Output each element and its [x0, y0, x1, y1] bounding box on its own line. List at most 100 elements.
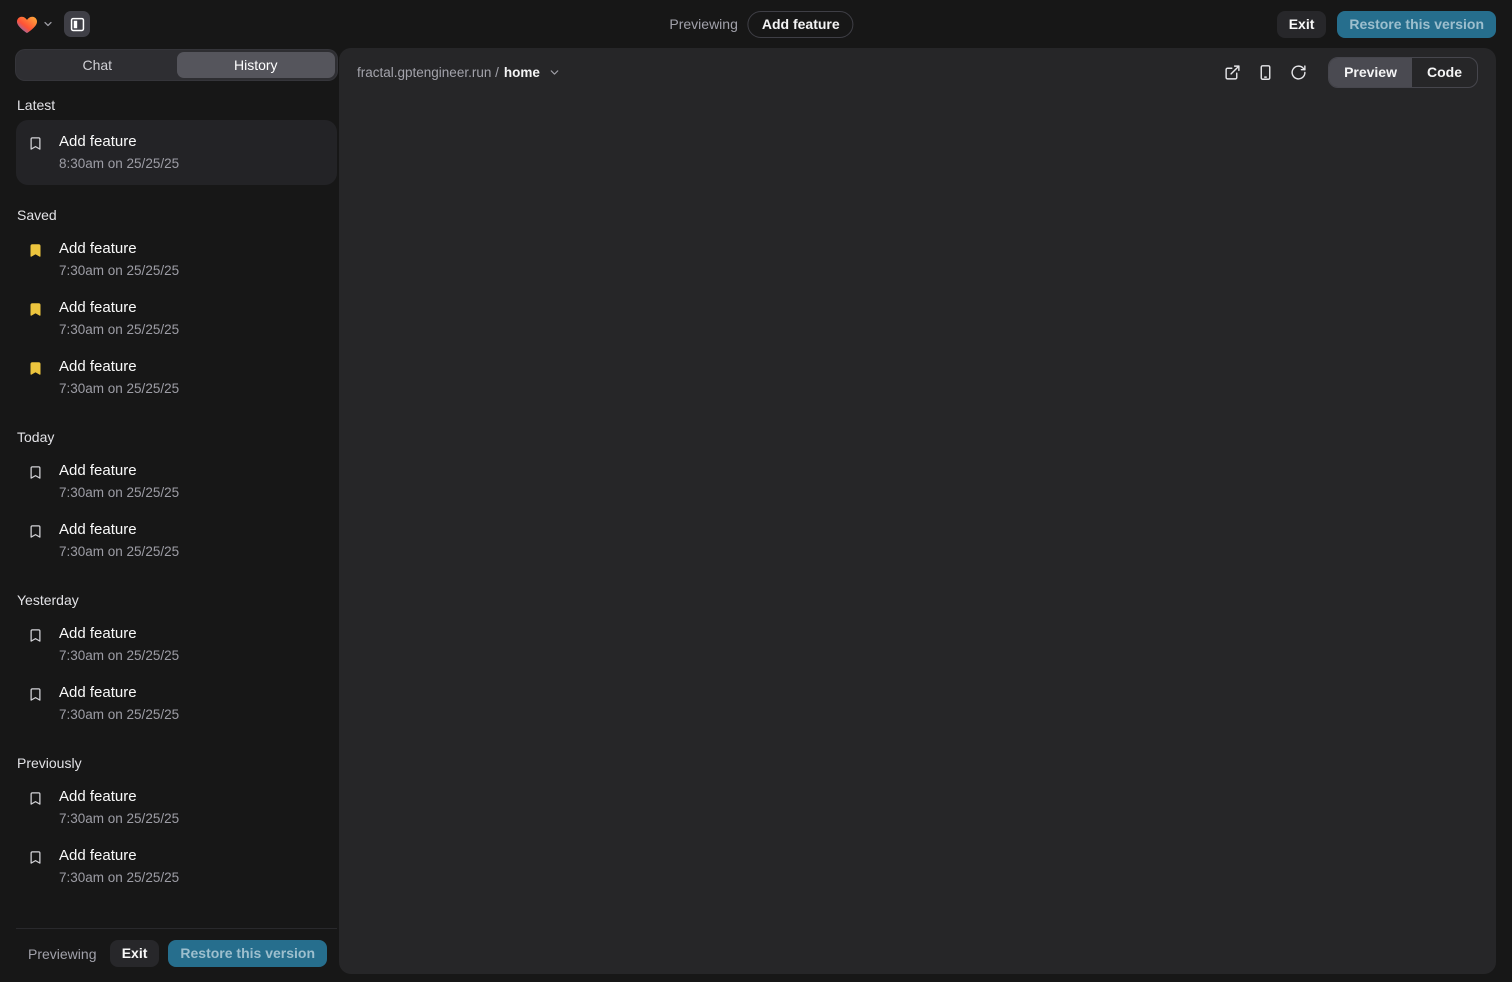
chevron-down-icon [42, 18, 54, 30]
item-text: Add feature 7:30am on 25/25/25 [59, 788, 179, 827]
history-item[interactable]: Add feature 7:30am on 25/25/25 [16, 452, 337, 511]
item-text: Add feature 7:30am on 25/25/25 [59, 847, 179, 886]
bookmark-filled-icon [28, 302, 43, 317]
bookmark-icon [28, 628, 43, 643]
tab-chat[interactable]: Chat [18, 52, 177, 78]
history-item[interactable]: Add feature 7:30am on 25/25/25 [16, 230, 337, 289]
chevron-down-icon [548, 66, 561, 79]
item-timestamp: 7:30am on 25/25/25 [59, 544, 179, 560]
footer-status-label: Previewing [28, 946, 96, 962]
sidebar-footer: Previewing Exit Restore this version [16, 928, 337, 982]
restore-version-button[interactable]: Restore this version [1337, 11, 1496, 38]
item-timestamp: 8:30am on 25/25/25 [59, 156, 179, 172]
history-list: Latest Add feature 8:30am on 25/25/25 Sa… [16, 80, 337, 928]
item-title: Add feature [59, 847, 179, 865]
bookmark-filled-icon [28, 361, 43, 376]
topbar-right: Exit Restore this version [1277, 11, 1496, 38]
history-sidebar: Chat History Latest Add feature 8:30am o… [0, 48, 339, 982]
item-title: Add feature [59, 358, 179, 376]
topbar-center: Previewing Add feature [669, 0, 853, 48]
refresh-icon [1290, 64, 1307, 81]
view-mode-switch: Preview Code [1328, 57, 1478, 88]
section-items: Add feature 8:30am on 25/25/25 [16, 120, 337, 185]
section-items: Add feature 7:30am on 25/25/25 Add featu… [16, 778, 337, 896]
section-title: Latest [16, 97, 337, 113]
item-title: Add feature [59, 788, 179, 806]
preview-actions: Preview Code [1219, 57, 1478, 88]
item-text: Add feature 7:30am on 25/25/25 [59, 358, 179, 397]
bookmark-icon [28, 524, 43, 539]
url-host: fractal.gptengineer.run / [357, 65, 499, 80]
bookmark-filled-icon [28, 243, 43, 258]
toggle-sidebar-button[interactable] [64, 11, 90, 37]
section-items: Add feature 7:30am on 25/25/25 Add featu… [16, 615, 337, 733]
item-title: Add feature [59, 462, 179, 480]
preview-mode-button[interactable]: Preview [1329, 58, 1412, 87]
exit-button[interactable]: Exit [1277, 11, 1327, 38]
section-title: Today [16, 429, 337, 445]
item-title: Add feature [59, 299, 179, 317]
item-title: Add feature [59, 625, 179, 643]
item-text: Add feature 7:30am on 25/25/25 [59, 462, 179, 501]
history-section: Latest Add feature 8:30am on 25/25/25 [16, 97, 337, 185]
logo-menu[interactable] [16, 14, 54, 34]
item-title: Add feature [59, 133, 179, 151]
preview-panel: fractal.gptengineer.run / home [339, 48, 1496, 974]
item-timestamp: 7:30am on 25/25/25 [59, 870, 179, 886]
section-title: Yesterday [16, 592, 337, 608]
item-text: Add feature 8:30am on 25/25/25 [59, 133, 179, 172]
history-item[interactable]: Add feature 8:30am on 25/25/25 [16, 120, 337, 185]
history-section: Saved Add feature 7:30am on 25/25/25 Add… [16, 207, 337, 407]
history-item[interactable]: Add feature 7:30am on 25/25/25 [16, 511, 337, 570]
history-section: Previously Add feature 7:30am on 25/25/2… [16, 755, 337, 896]
section-title: Saved [16, 207, 337, 223]
preview-content [339, 96, 1496, 974]
external-link-icon [1224, 64, 1241, 81]
preview-header: fractal.gptengineer.run / home [339, 48, 1496, 96]
item-title: Add feature [59, 521, 179, 539]
item-timestamp: 7:30am on 25/25/25 [59, 707, 179, 723]
section-items: Add feature 7:30am on 25/25/25 Add featu… [16, 230, 337, 407]
open-in-new-tab-button[interactable] [1219, 59, 1245, 85]
section-items: Add feature 7:30am on 25/25/25 Add featu… [16, 452, 337, 570]
item-timestamp: 7:30am on 25/25/25 [59, 263, 179, 279]
history-item[interactable]: Add feature 7:30am on 25/25/25 [16, 778, 337, 837]
lovable-heart-icon [16, 14, 38, 34]
content-row: Chat History Latest Add feature 8:30am o… [0, 48, 1512, 982]
bookmark-icon [28, 136, 43, 151]
history-section: Yesterday Add feature 7:30am on 25/25/25… [16, 592, 337, 733]
topbar-left [16, 11, 90, 37]
item-title: Add feature [59, 684, 179, 702]
item-timestamp: 7:30am on 25/25/25 [59, 381, 179, 397]
item-timestamp: 7:30am on 25/25/25 [59, 322, 179, 338]
preview-url-dropdown[interactable]: fractal.gptengineer.run / home [357, 65, 561, 80]
item-text: Add feature 7:30am on 25/25/25 [59, 240, 179, 279]
history-item[interactable]: Add feature 7:30am on 25/25/25 [16, 837, 337, 896]
item-text: Add feature 7:30am on 25/25/25 [59, 299, 179, 338]
code-mode-button[interactable]: Code [1412, 58, 1477, 87]
sidebar-tabs: Chat History [16, 50, 337, 80]
refresh-button[interactable] [1285, 59, 1311, 85]
history-item[interactable]: Add feature 7:30am on 25/25/25 [16, 348, 337, 407]
item-text: Add feature 7:30am on 25/25/25 [59, 625, 179, 664]
version-badge: Add feature [748, 11, 854, 38]
bookmark-icon [28, 850, 43, 865]
mobile-view-button[interactable] [1252, 59, 1278, 85]
history-item[interactable]: Add feature 7:30am on 25/25/25 [16, 289, 337, 348]
item-timestamp: 7:30am on 25/25/25 [59, 648, 179, 664]
section-title: Previously [16, 755, 337, 771]
tab-history[interactable]: History [177, 52, 336, 78]
bookmark-icon [28, 465, 43, 480]
item-timestamp: 7:30am on 25/25/25 [59, 485, 179, 501]
footer-exit-button[interactable]: Exit [110, 940, 160, 967]
item-text: Add feature 7:30am on 25/25/25 [59, 521, 179, 560]
history-item[interactable]: Add feature 7:30am on 25/25/25 [16, 615, 337, 674]
topbar: Previewing Add feature Exit Restore this… [0, 0, 1512, 48]
bookmark-icon [28, 791, 43, 806]
history-item[interactable]: Add feature 7:30am on 25/25/25 [16, 674, 337, 733]
app-root: Previewing Add feature Exit Restore this… [0, 0, 1512, 982]
item-text: Add feature 7:30am on 25/25/25 [59, 684, 179, 723]
footer-restore-button[interactable]: Restore this version [168, 940, 327, 967]
history-section: Today Add feature 7:30am on 25/25/25 Add… [16, 429, 337, 570]
bookmark-icon [28, 687, 43, 702]
